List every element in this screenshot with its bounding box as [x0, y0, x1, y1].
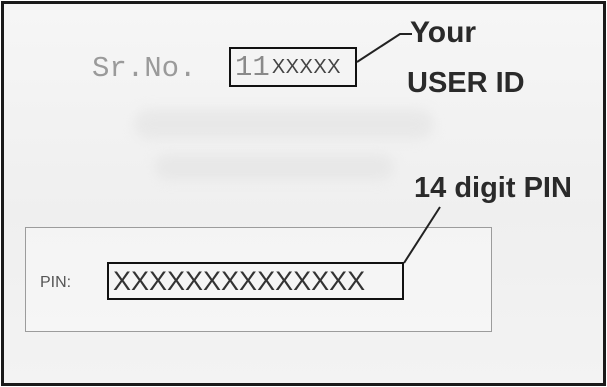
faded-print-area: [154, 154, 394, 180]
user-id-prefix: 11: [235, 50, 270, 84]
pin-label: PIN:: [40, 274, 72, 291]
pin-callout: 14 digit PIN: [414, 172, 572, 204]
faded-print-area: [134, 109, 434, 139]
user-id-callout-line1: Your: [410, 16, 477, 49]
serial-number-label: Sr.No.: [92, 52, 197, 85]
pin-highlight-box: XXXXXXXXXXXXXX: [107, 262, 404, 300]
user-id-masked-digits: XXXXX: [271, 55, 342, 78]
user-id-highlight-box: 11 XXXXX: [229, 47, 357, 87]
user-id-callout-line2: USER ID: [407, 67, 525, 99]
pin-masked-value: XXXXXXXXXXXXXX: [113, 265, 366, 296]
